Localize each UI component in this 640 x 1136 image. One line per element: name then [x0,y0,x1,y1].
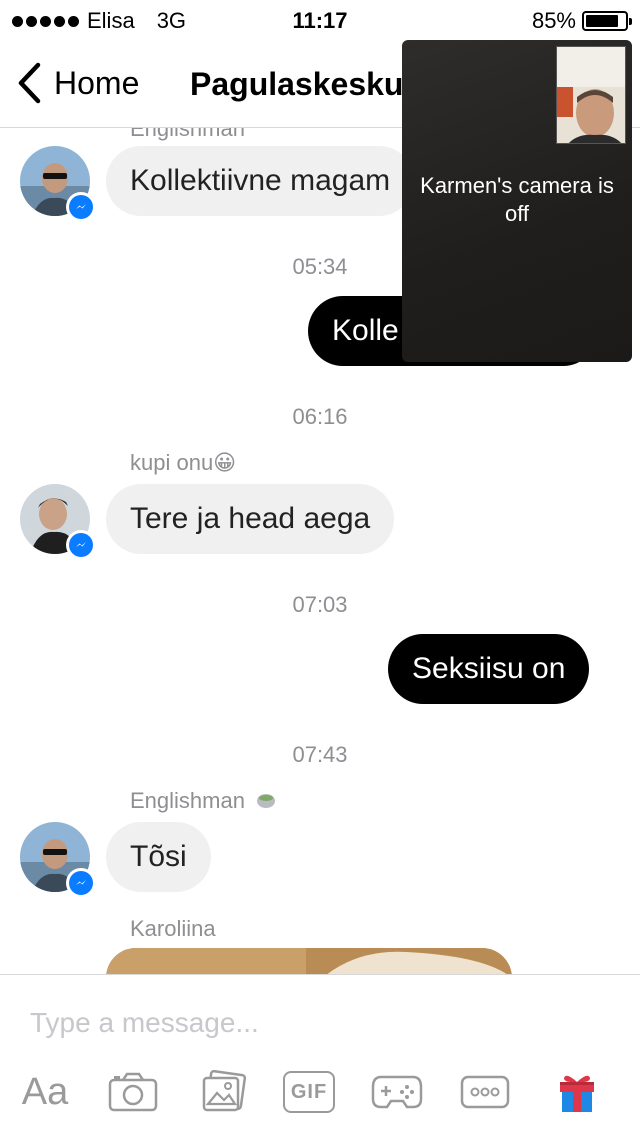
chevron-left-icon [18,62,41,104]
back-button[interactable]: Home [16,62,139,104]
gift-icon [560,1075,594,1112]
message-bubble-incoming[interactable]: Kollektiivne magam [106,146,415,216]
status-right: 85% [531,8,632,34]
game-controller-icon [371,1075,423,1109]
more-icon [460,1075,510,1109]
avatar[interactable] [20,822,96,898]
message-bubble-incoming[interactable]: Tere ja head aega [106,484,395,554]
messenger-badge-icon [66,868,96,898]
status-bar: Elisa 3G 11:17 85% [0,0,640,40]
sender-name: Karoliina [130,916,216,941]
gif-icon: GIF [283,1071,335,1113]
gallery-button[interactable] [196,1067,250,1117]
timestamp: 07:43 [292,742,348,767]
message-input[interactable] [30,1001,610,1045]
timestamp: 07:03 [292,592,348,617]
sender-name-partial: Englishman [130,128,245,141]
video-call-overlay[interactable]: Karmen's camera is off [402,40,632,362]
camera-button[interactable] [106,1067,160,1117]
timestamp: 06:16 [292,404,348,429]
avatar[interactable] [20,146,96,222]
games-button[interactable] [370,1067,424,1117]
self-camera-preview[interactable] [556,46,626,144]
conversation-title[interactable]: Pagulaskesku [190,66,403,103]
composer-toolbar: Aa GIF [0,1067,640,1117]
photo-message[interactable] [106,948,512,974]
composer: Aa GIF [0,974,640,1136]
gift-button[interactable] [550,1067,604,1117]
sender-name: Englishman [130,788,277,814]
gallery-icon [202,1070,246,1112]
battery-percent: 85% [531,8,576,33]
message-bubble-incoming[interactable]: Tõsi [106,822,211,892]
messenger-badge-icon [66,192,96,222]
text-format-button[interactable]: Aa [18,1067,72,1117]
message-bubble-outgoing[interactable]: Seksiisu on [388,634,590,704]
more-button[interactable] [458,1067,512,1117]
camera-off-message: Karmen's camera is off [420,173,614,226]
battery-icon [582,11,632,31]
messenger-screen: Elisa 3G 11:17 85% Home Pagulaskesku Eng… [0,0,640,1136]
battery-fill [586,15,619,27]
camera-icon [108,1072,158,1112]
messenger-badge-icon [66,530,96,560]
sender-name: kupi onu😀 [130,450,237,475]
tea-cup-icon [257,794,276,808]
avatar[interactable] [20,484,96,560]
gif-button[interactable]: GIF [282,1067,336,1117]
back-label: Home [54,64,140,101]
